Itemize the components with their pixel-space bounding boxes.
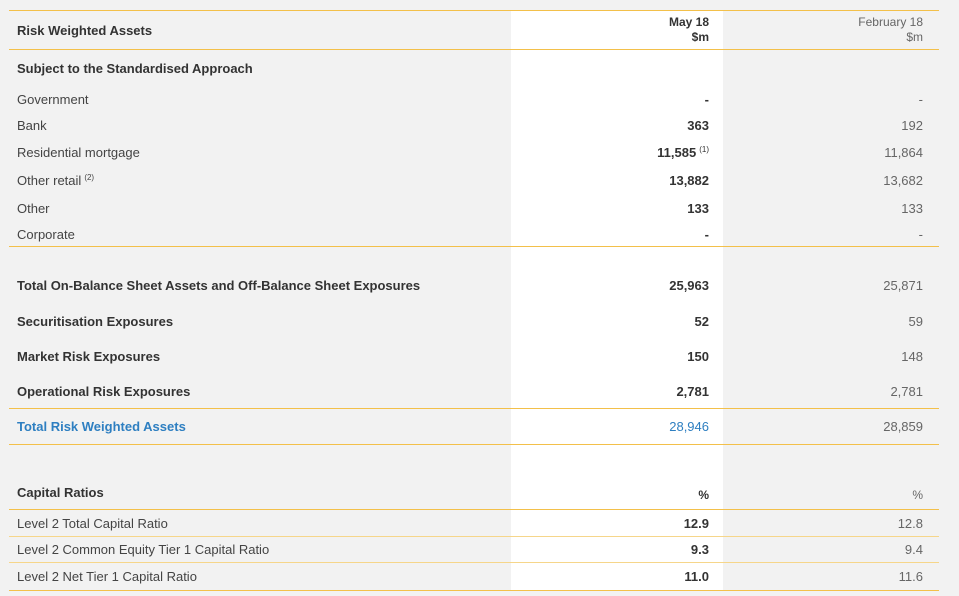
row-divider bbox=[9, 562, 939, 563]
row-divider bbox=[9, 536, 939, 537]
row-may18-value: 25,963 bbox=[669, 278, 709, 293]
row-label: Level 2 Total Capital Ratio bbox=[17, 516, 168, 531]
row-feb18-value: 133 bbox=[901, 201, 923, 216]
row-label: Other bbox=[17, 201, 50, 216]
section-title-capital-ratios: Capital Ratios bbox=[17, 485, 104, 500]
row-label: Securitisation Exposures bbox=[17, 314, 174, 329]
row-feb18-value: 192 bbox=[901, 118, 923, 133]
row-label: Government bbox=[17, 92, 89, 107]
section-rule bbox=[9, 246, 939, 247]
row-label: Residential mortgage bbox=[17, 145, 140, 160]
row-feb18-value: 11.6 bbox=[898, 569, 923, 584]
row-feb18-value: 59 bbox=[908, 314, 923, 329]
row-may18-value: 9.3 bbox=[690, 542, 709, 557]
row-feb18-value: 2,781 bbox=[890, 384, 923, 399]
header-rule bbox=[9, 49, 939, 50]
row-feb18-value: - bbox=[918, 92, 923, 107]
row-may18-value: 13,882 bbox=[669, 173, 709, 188]
row-label: Level 2 Net Tier 1 Capital Ratio bbox=[17, 569, 197, 584]
row-feb18-value: 9.4 bbox=[904, 542, 923, 557]
footnote-marker: (1) bbox=[699, 144, 709, 154]
total-rwa-may18-value: 28,946 bbox=[669, 419, 709, 434]
row-may18-value: 11,585 (1) bbox=[657, 144, 709, 160]
capital-col-feb18-unit: % bbox=[912, 488, 923, 502]
total-rwa-rule bbox=[9, 444, 939, 445]
total-rwa-feb18-value: 28,859 bbox=[883, 419, 923, 434]
row-label: Operational Risk Exposures bbox=[17, 384, 191, 399]
row-label: Level 2 Common Equity Tier 1 Capital Rat… bbox=[17, 542, 270, 557]
table-title: Risk Weighted Assets bbox=[17, 23, 153, 38]
row-may18-value: 11.0 bbox=[684, 569, 709, 584]
col-may18-header: May 18 bbox=[668, 15, 709, 29]
row-label: Total On-Balance Sheet Assets and Off-Ba… bbox=[17, 278, 421, 293]
current-period-column-highlight bbox=[511, 10, 723, 591]
capital-col-may18-unit: % bbox=[698, 488, 709, 502]
row-may18-value: 133 bbox=[687, 201, 709, 216]
row-feb18-value: 13,682 bbox=[883, 173, 923, 188]
row-may18-value: 150 bbox=[687, 349, 709, 364]
row-feb18-value: 12.8 bbox=[897, 516, 923, 531]
bottom-rule bbox=[9, 590, 939, 591]
row-label: Other retail (2) bbox=[17, 172, 95, 188]
row-may18-value: - bbox=[704, 92, 709, 107]
row-feb18-value: - bbox=[918, 227, 923, 242]
totals-rule bbox=[9, 408, 939, 409]
row-may18-value: 52 bbox=[694, 314, 709, 329]
footnote-marker: (2) bbox=[84, 172, 95, 182]
col-feb18-header: February 18 bbox=[858, 15, 923, 29]
section-title-standardised: Subject to the Standardised Approach bbox=[17, 61, 253, 76]
row-label: Bank bbox=[17, 118, 47, 133]
row-may18-value: 12.9 bbox=[683, 516, 709, 531]
capital-header-rule bbox=[9, 509, 939, 510]
row-label: Market Risk Exposures bbox=[17, 349, 161, 364]
top-rule bbox=[9, 10, 939, 11]
row-may18-value: 2,781 bbox=[676, 384, 709, 399]
row-feb18-value: 25,871 bbox=[883, 278, 923, 293]
col-feb18-unit: $m bbox=[906, 30, 923, 44]
row-may18-value: 363 bbox=[687, 118, 709, 133]
col-may18-unit: $m bbox=[691, 30, 709, 44]
row-may18-value: - bbox=[704, 227, 709, 242]
row-label: Corporate bbox=[17, 227, 75, 242]
row-feb18-value: 148 bbox=[901, 349, 923, 364]
total-rwa-label: Total Risk Weighted Assets bbox=[17, 419, 186, 434]
row-feb18-value: 11,864 bbox=[884, 145, 923, 160]
